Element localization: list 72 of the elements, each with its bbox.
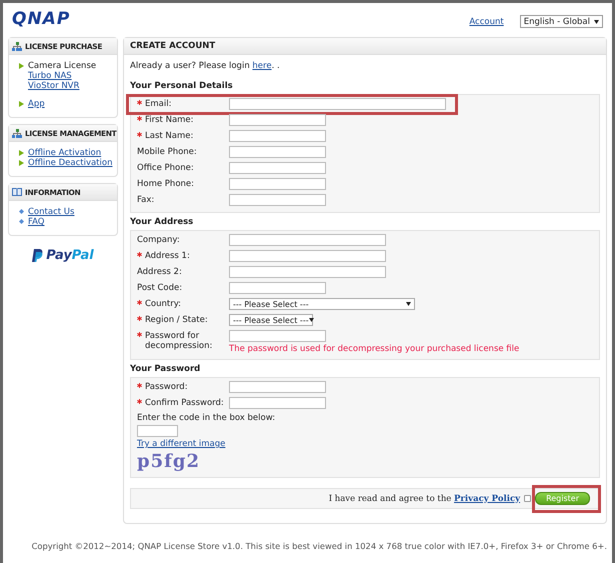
arrow-bullet-icon — [19, 101, 24, 107]
language-dropdown[interactable]: English - Global — [520, 15, 603, 28]
field-label: Password for decompression: — [145, 331, 214, 351]
agree-checkbox[interactable] — [524, 495, 532, 502]
login-link[interactable]: here — [252, 61, 272, 71]
field-label: Last Name: — [145, 131, 194, 141]
field-label: Region / State: — [145, 315, 208, 325]
field-label: First Name: — [145, 115, 194, 125]
arrow-bullet-icon — [19, 160, 24, 166]
sidebar-link[interactable]: Offline Deactivation — [28, 158, 112, 168]
sidebar-link[interactable]: App — [28, 99, 45, 109]
input-field[interactable] — [229, 162, 326, 174]
input-field[interactable] — [229, 266, 386, 278]
input-field[interactable] — [229, 381, 326, 393]
field-label: Fax: — [137, 195, 154, 205]
section-title: Your Address — [130, 217, 194, 227]
dropdown[interactable]: --- Please Select --- — [229, 314, 313, 326]
input-field[interactable] — [229, 234, 386, 246]
input-field[interactable] — [229, 250, 386, 262]
field-label: Home Phone: — [137, 179, 194, 189]
field-label: Confirm Password: — [145, 398, 224, 408]
input-field[interactable] — [229, 130, 326, 142]
sidebar-link[interactable]: VioStor NVR — [28, 81, 96, 91]
refresh-captcha-link[interactable]: Try a different image — [137, 439, 593, 449]
input-field[interactable] — [229, 114, 326, 126]
agree-text: I have read and agree to the Privacy Policy — [328, 494, 520, 504]
captcha-image: p5fg2 — [137, 451, 201, 472]
dropdown-caret-icon — [594, 20, 599, 24]
field-label: Password: — [145, 382, 188, 392]
arrow-bullet-icon — [19, 150, 24, 156]
account-link[interactable]: Account — [469, 16, 504, 26]
input-field[interactable] — [229, 397, 326, 409]
sitemap-icon — [12, 42, 22, 50]
sidebar-link[interactable]: Offline Activation — [28, 148, 102, 158]
sidebar-link[interactable]: FAQ — [28, 217, 44, 227]
section-title: Your Personal Details — [130, 81, 234, 91]
field-label: Company: — [137, 235, 180, 245]
login-prompt: Already a user? Please login here. . — [130, 61, 281, 71]
copyright-text: Copyright ©2012~2014; QNAP License Store v1.0. This site is best viewed in 1024 x 768 true color with IE7.0+, Firefox 3+ or Chrome 6+. — [30, 541, 607, 551]
sidebar-label: Camera License — [28, 61, 96, 71]
logo[interactable]: QNAP — [12, 9, 70, 29]
field-label: Post Code: — [137, 283, 182, 293]
field-label: Address 1: — [145, 251, 190, 261]
sidebar-link[interactable]: Turbo NAS — [28, 71, 96, 81]
field-label: Mobile Phone: — [137, 147, 197, 157]
arrow-bullet-icon — [19, 63, 24, 69]
paypal-wordmark: PayPal — [46, 248, 94, 263]
field-label: Country: — [145, 299, 182, 309]
field-label: Email: — [145, 99, 172, 109]
input-field[interactable] — [229, 146, 326, 158]
dropdown[interactable]: --- Please Select --- — [229, 298, 415, 310]
input-field[interactable] — [229, 194, 326, 206]
captcha-prompt: Enter the code in the box below: — [137, 413, 276, 423]
sidebar-link[interactable]: Contact Us — [28, 207, 74, 217]
sitemap-icon — [12, 128, 22, 138]
field-label: Office Phone: — [137, 163, 194, 173]
input-field[interactable] — [229, 178, 326, 190]
dropdown-caret-icon — [406, 302, 411, 306]
hint-text: The password is used for decompressing your purchased license file — [229, 344, 520, 354]
diamond-bullet-icon — [19, 219, 24, 224]
captcha-field[interactable] — [137, 425, 178, 437]
panel-title: CREATE ACCOUNT — [130, 41, 216, 51]
diamond-bullet-icon — [19, 209, 24, 214]
field-label: Address 2: — [137, 267, 182, 277]
dropdown-caret-icon — [308, 318, 314, 322]
paypal-logo-icon — [32, 249, 44, 262]
section-title: Your Password — [130, 364, 202, 374]
input-field[interactable] — [229, 282, 326, 294]
privacy-policy-link[interactable]: Privacy Policy — [454, 494, 520, 504]
input-field[interactable] — [229, 98, 446, 110]
input-field[interactable] — [229, 330, 326, 342]
book-icon — [12, 188, 22, 196]
